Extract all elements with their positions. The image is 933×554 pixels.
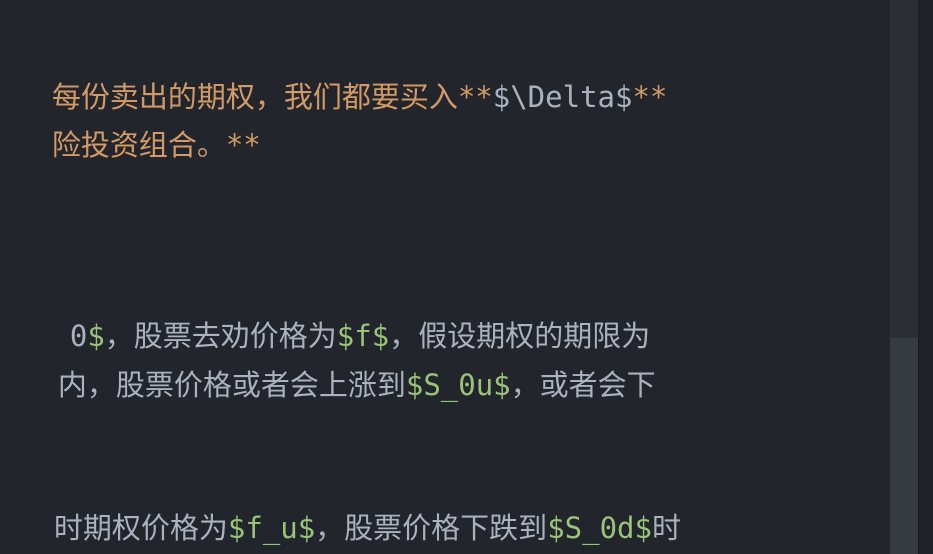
markdown-editor[interactable]: 每份卖出的期权，我们都要买入**$\Delta$** 险投资组合。** 0$，股… (0, 0, 890, 554)
plain-text: 时期权价格为 (53, 511, 228, 545)
plain-text: 内，股票价格或者会上涨到 (57, 368, 406, 402)
math-inline: $S_0u$ (405, 368, 511, 402)
plain-text: ，或者会下 (510, 368, 656, 402)
minimap-strip (918, 0, 933, 554)
plain-text: ，股票价格下跌到 (315, 511, 548, 545)
editor-line: 内，股票价格或者会上涨到$S_0u$，或者会下 (0, 325, 656, 402)
plain-text: 时 (651, 511, 681, 545)
bold-marker: ** (632, 80, 668, 114)
math-inline: $S_0d$ (547, 511, 652, 545)
editor-line: 险投资组合。** (0, 85, 261, 162)
editor-line: 0$，股票去劝价格为$f$，假设期权的期限为 (0, 276, 650, 353)
bold-text: 险投资组合。** (51, 128, 261, 162)
math-inline: $f_u$ (227, 511, 316, 545)
editor-line: 每份卖出的期权，我们都要买入**$\Delta$** (0, 37, 668, 114)
editor-line: 时期权价格为$f_u$，股票价格下跌到$S_0d$时 (0, 468, 681, 545)
scrollbar-thumb[interactable] (890, 338, 918, 554)
math-inline: $\Delta$ (492, 80, 633, 114)
